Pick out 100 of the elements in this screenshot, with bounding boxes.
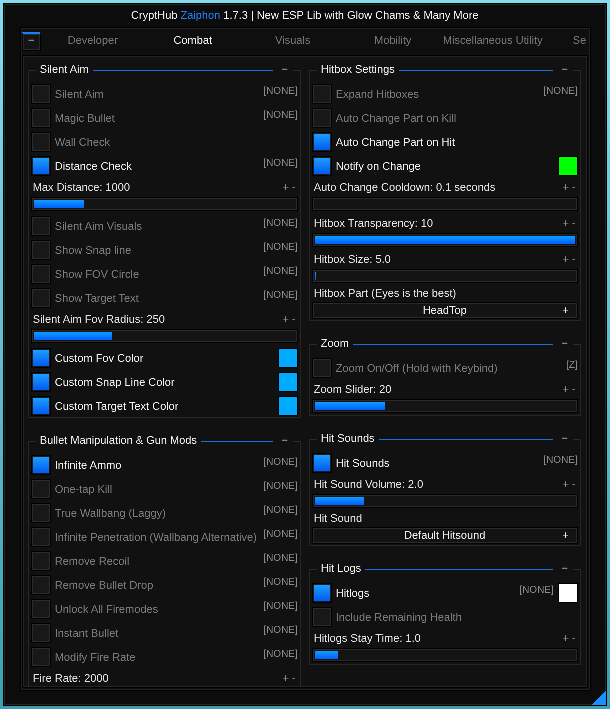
keybind-button[interactable]: [NONE] [264, 290, 298, 301]
keybind-button[interactable]: [NONE] [264, 601, 298, 612]
color-swatch-icon[interactable] [558, 156, 578, 176]
collapse-button[interactable]: − [22, 32, 41, 50]
keybind-button[interactable]: [NONE] [264, 110, 298, 121]
keybind-button[interactable]: [NONE] [264, 86, 298, 97]
checkbox[interactable] [31, 599, 51, 619]
increase-button[interactable]: + [282, 182, 290, 194]
checkbox[interactable] [31, 647, 51, 667]
keybind-button[interactable]: [NONE] [264, 553, 298, 564]
decrease-button[interactable]: - [290, 314, 298, 326]
checkbox[interactable] [31, 503, 51, 523]
keybind-button[interactable]: [NONE] [520, 585, 554, 596]
checkbox[interactable] [312, 84, 332, 104]
keybind-button[interactable]: [NONE] [264, 457, 298, 468]
tab[interactable]: Se [573, 33, 586, 49]
slider-track[interactable] [312, 269, 578, 283]
checkbox[interactable] [31, 84, 51, 104]
increase-button[interactable]: + [562, 218, 570, 230]
dropdown[interactable]: HeadTop + [312, 302, 578, 319]
checkbox[interactable] [31, 216, 51, 236]
checkbox-label: Magic Bullet [55, 112, 116, 125]
decrease-button[interactable]: - [570, 218, 578, 230]
decrease-button[interactable]: - [290, 182, 298, 194]
collapse-button[interactable]: − [277, 63, 293, 77]
keybind-button[interactable]: [NONE] [264, 625, 298, 636]
slider-track[interactable] [31, 329, 298, 343]
keybind-button[interactable]: [NONE] [264, 242, 298, 253]
collapse-button[interactable]: − [557, 63, 573, 77]
checkbox[interactable] [31, 288, 51, 308]
checkbox[interactable] [31, 108, 51, 128]
keybind-button[interactable]: [NONE] [264, 266, 298, 277]
checkbox[interactable] [312, 108, 332, 128]
slider-track[interactable] [312, 494, 578, 508]
slider-track[interactable] [31, 197, 298, 211]
checkbox[interactable] [31, 240, 51, 260]
increase-button[interactable]: + [562, 384, 570, 396]
tab[interactable]: Mobility [343, 33, 443, 49]
slider-track[interactable] [312, 233, 578, 247]
slider-track[interactable] [312, 648, 578, 662]
checkbox[interactable] [31, 264, 51, 284]
color-swatch-icon[interactable] [278, 396, 298, 416]
keybind-button[interactable]: [NONE] [264, 529, 298, 540]
checkbox[interactable] [31, 396, 51, 416]
collapse-button[interactable]: − [557, 337, 573, 351]
resize-grip-icon[interactable] [592, 691, 606, 705]
slider-label: Max Distance: 1000 [32, 182, 132, 194]
collapse-button[interactable]: − [277, 434, 293, 448]
dropdown[interactable]: Default Hitsound + [312, 527, 578, 544]
tab[interactable]: Miscellaneous Utility [443, 33, 543, 49]
keybind-button[interactable]: [NONE] [264, 505, 298, 516]
decrease-button[interactable]: - [570, 632, 578, 644]
color-swatch-icon[interactable] [278, 372, 298, 392]
decrease-button[interactable]: - [570, 384, 578, 396]
keybind-button[interactable]: [NONE] [264, 649, 298, 660]
checkbox[interactable] [31, 527, 51, 547]
section-title: Silent Aim [39, 63, 90, 77]
checkbox[interactable] [31, 156, 51, 176]
checkbox[interactable] [31, 348, 51, 368]
checkbox[interactable] [312, 358, 332, 378]
checkbox[interactable] [312, 583, 332, 603]
keybind-button[interactable]: [NONE] [544, 455, 578, 466]
checkbox[interactable] [31, 132, 51, 152]
color-swatch-icon[interactable] [558, 583, 578, 603]
decrease-button[interactable]: - [570, 254, 578, 266]
checkbox[interactable] [312, 156, 332, 176]
keybind-button[interactable]: [Z] [566, 360, 578, 371]
section-title: Hitbox Settings [320, 63, 396, 77]
decrease-button[interactable]: - [570, 478, 578, 490]
increase-button[interactable]: + [282, 314, 290, 326]
tab[interactable]: Visuals [243, 33, 343, 49]
increase-button[interactable]: + [562, 182, 570, 194]
collapse-button[interactable]: − [557, 562, 573, 576]
collapse-button[interactable]: − [557, 432, 573, 446]
tab[interactable]: Developer [43, 33, 143, 49]
increase-button[interactable]: + [282, 672, 290, 684]
color-swatch-icon[interactable] [278, 348, 298, 368]
checkbox[interactable] [31, 623, 51, 643]
checkbox[interactable] [312, 607, 332, 627]
keybind-button[interactable]: [NONE] [264, 481, 298, 492]
checkbox[interactable] [312, 132, 332, 152]
checkbox[interactable] [31, 575, 51, 595]
checkbox[interactable] [31, 372, 51, 392]
keybind-button[interactable]: [NONE] [264, 158, 298, 169]
keybind-button[interactable]: [NONE] [264, 218, 298, 229]
checkbox[interactable] [31, 551, 51, 571]
slider-track[interactable] [312, 197, 578, 211]
keybind-button[interactable]: [NONE] [264, 577, 298, 588]
checkbox[interactable] [31, 479, 51, 499]
slider[interactable]: Auto Change Cooldown: 0.1 seconds + - [312, 180, 578, 212]
increase-button[interactable]: + [562, 632, 570, 644]
decrease-button[interactable]: - [290, 672, 298, 684]
checkbox[interactable] [312, 453, 332, 473]
keybind-button[interactable]: [NONE] [544, 86, 578, 97]
decrease-button[interactable]: - [570, 182, 578, 194]
tab[interactable]: Combat [143, 33, 243, 49]
checkbox[interactable] [31, 455, 51, 475]
increase-button[interactable]: + [562, 254, 570, 266]
slider-track[interactable] [312, 399, 578, 413]
increase-button[interactable]: + [562, 478, 570, 490]
